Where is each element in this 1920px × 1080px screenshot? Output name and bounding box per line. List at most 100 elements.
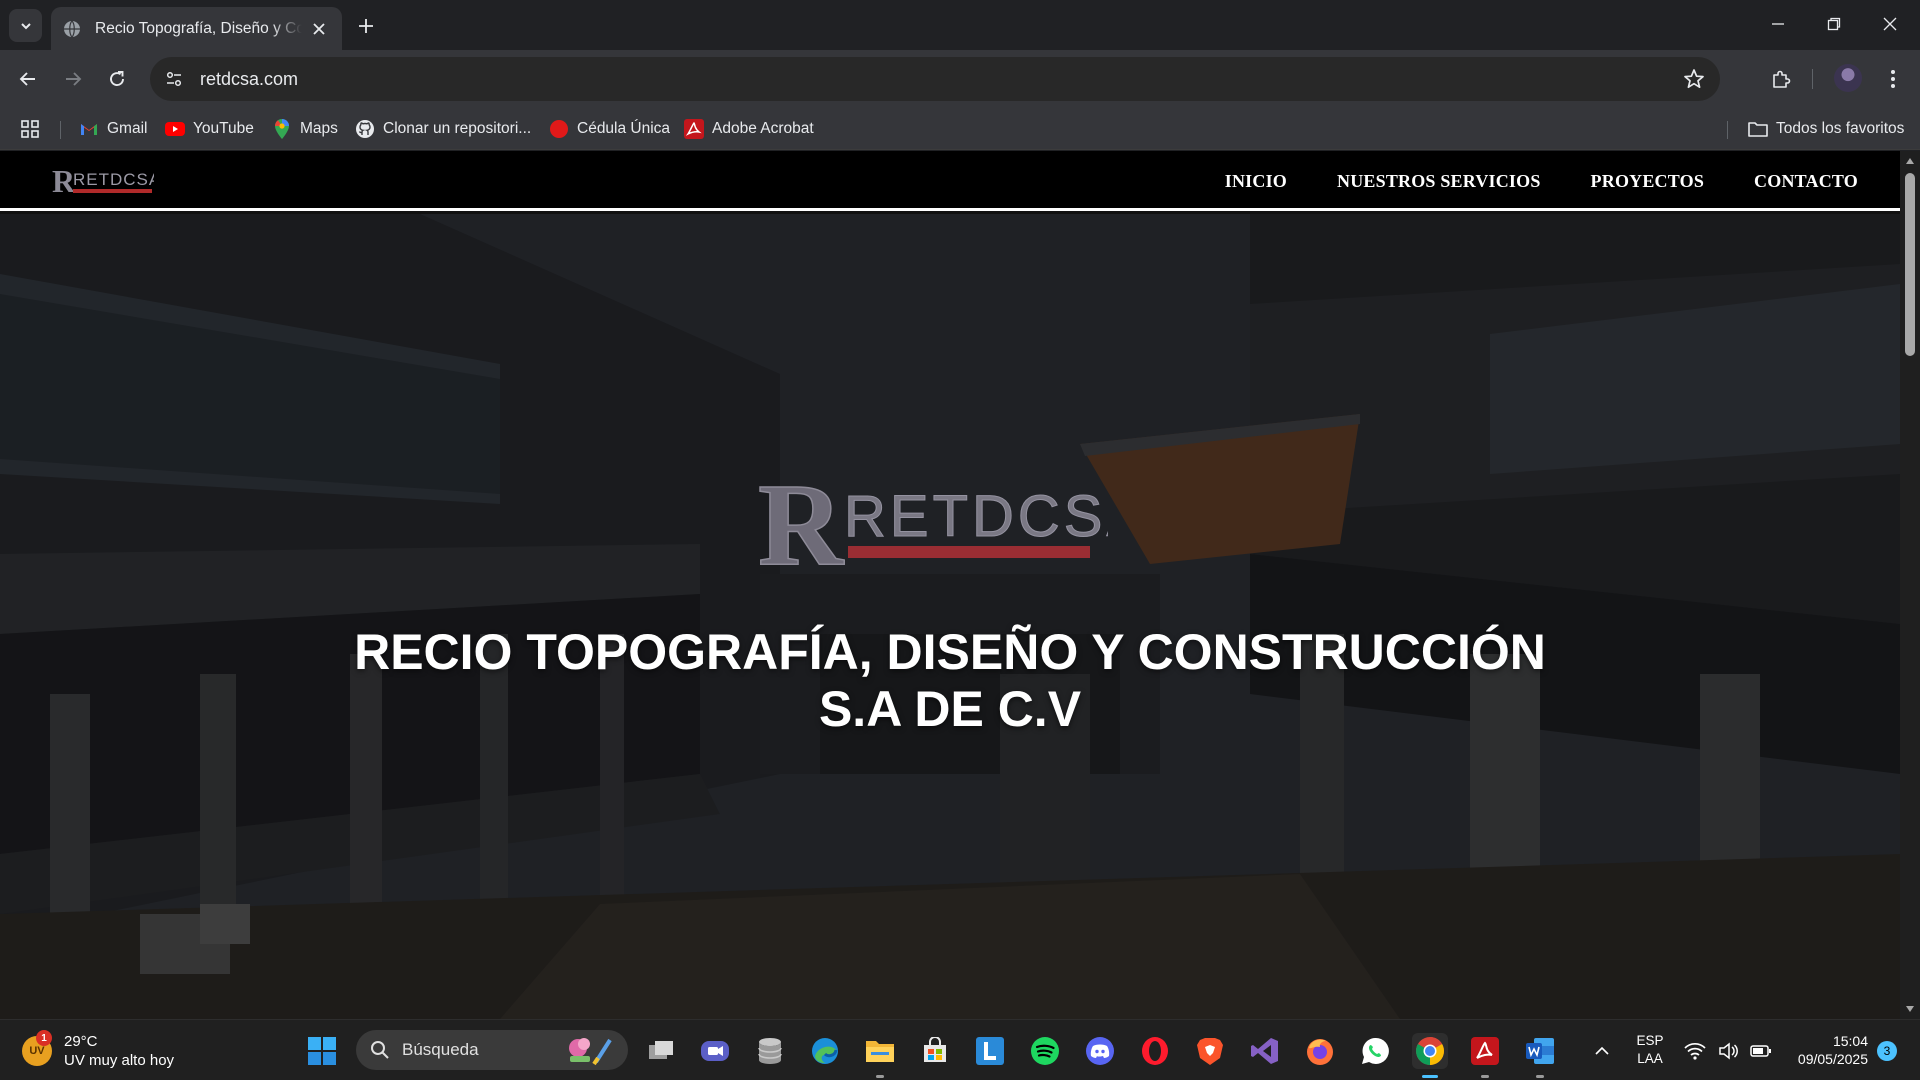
notification-badge[interactable]: 3: [1877, 1041, 1897, 1061]
volume-icon: [1719, 1041, 1738, 1060]
tune-icon: [166, 71, 182, 87]
taskbar-task-view[interactable]: [643, 1033, 679, 1069]
quick-settings[interactable]: [1684, 1020, 1772, 1080]
weather-widget[interactable]: UV 1 29°C UV muy alto hoy: [22, 1028, 174, 1074]
hero-logo-text: RETDCSA: [844, 484, 1108, 549]
taskbar-word[interactable]: [1522, 1033, 1558, 1078]
hero-logo: R RETDCSA: [758, 460, 1108, 578]
chevron-down-icon: [20, 22, 31, 29]
apps-grid-icon: [21, 120, 39, 138]
bookmark-github[interactable]: Clonar un repositori...: [355, 116, 531, 142]
all-bookmarks-button[interactable]: Todos los favoritos: [1748, 116, 1904, 142]
firefox-icon: [1307, 1039, 1333, 1065]
bookmark-star-icon[interactable]: [1682, 67, 1706, 91]
uv-icon-text: UV: [29, 1045, 45, 1057]
word-icon: [1526, 1038, 1554, 1064]
hero-background-image: [0, 214, 1900, 1019]
tray-overflow-button[interactable]: [1590, 1020, 1614, 1080]
taskbar-firefox[interactable]: [1302, 1033, 1338, 1069]
nav-link-proyectos[interactable]: PROYECTOS: [1591, 171, 1705, 192]
discord-icon: [1086, 1037, 1114, 1065]
language-indicator[interactable]: ESP LAA: [1632, 1032, 1668, 1068]
windows-taskbar: UV 1 29°C UV muy alto hoy Búsqueda ESP L…: [0, 1019, 1920, 1080]
chrome-icon: [1416, 1037, 1444, 1065]
taskbar-database[interactable]: [752, 1033, 788, 1069]
back-button[interactable]: [11, 62, 45, 96]
acrobat-icon: [684, 119, 704, 139]
scroll-up-arrow-icon[interactable]: [1905, 156, 1915, 166]
maps-icon: [275, 119, 289, 139]
bookmark-youtube[interactable]: YouTube: [165, 116, 254, 142]
taskbar-edge[interactable]: [807, 1033, 843, 1069]
site-logo-text: RETDCSA: [73, 170, 154, 189]
page-scrollbar[interactable]: [1900, 151, 1920, 1019]
scrollbar-thumb[interactable]: [1905, 173, 1915, 356]
restore-button[interactable]: [1806, 0, 1862, 48]
opera-icon: [1142, 1037, 1168, 1065]
close-window-button[interactable]: [1862, 0, 1918, 48]
hero-section: R RETDCSA RECIO TOPOGRAFÍA, DISEÑO Y CON…: [0, 214, 1900, 1019]
taskbar-whatsapp[interactable]: [1357, 1033, 1393, 1069]
address-bar[interactable]: retdcsa.com: [150, 57, 1720, 101]
url-text: retdcsa.com: [200, 68, 299, 89]
weather-temp: 29°C: [64, 1033, 98, 1050]
clock-time: 15:04: [1832, 1033, 1868, 1049]
chrome-menu-button[interactable]: [1876, 62, 1910, 96]
bookmark-maps[interactable]: Maps: [272, 116, 338, 142]
hero-title-line1: RECIO TOPOGRAFÍA, DISEÑO Y CONSTRUCCIÓN: [354, 624, 1546, 680]
bookmark-label: YouTube: [193, 120, 254, 137]
browser-toolbar: retdcsa.com: [0, 50, 1920, 108]
close-icon: [313, 22, 325, 35]
forward-button[interactable]: [56, 62, 90, 96]
scroll-down-arrow-icon[interactable]: [1905, 1004, 1915, 1014]
new-tab-button[interactable]: [352, 12, 380, 40]
bookmark-cedula[interactable]: Cédula Única: [549, 116, 670, 142]
taskbar-discord[interactable]: [1082, 1033, 1118, 1069]
taskbar-store[interactable]: [917, 1033, 953, 1069]
taskbar-meet[interactable]: [697, 1033, 733, 1069]
taskbar-file-explorer[interactable]: [862, 1033, 898, 1078]
hero-title: RECIO TOPOGRAFÍA, DISEÑO Y CONSTRUCCIÓN …: [250, 624, 1650, 738]
tab-search-button[interactable]: [9, 9, 42, 42]
bookmark-label: Adobe Acrobat: [712, 120, 814, 137]
site-logo[interactable]: R RETDCSA: [50, 162, 154, 200]
github-icon: [356, 120, 374, 138]
tab-close-button[interactable]: [308, 18, 330, 40]
windows-start-icon[interactable]: [307, 1036, 337, 1066]
browser-tab-active[interactable]: Recio Topografía, Diseño y Construcción …: [51, 7, 342, 50]
bookmark-label: Clonar un repositori...: [383, 120, 532, 137]
taskbar-search[interactable]: Búsqueda: [356, 1030, 628, 1070]
bookmarks-divider: [1727, 121, 1728, 139]
taskbar-visual-studio[interactable]: [1247, 1033, 1283, 1069]
nav-link-servicios[interactable]: NUESTROS SERVICIOS: [1337, 171, 1541, 192]
taskbar-spotify[interactable]: [1027, 1033, 1063, 1069]
bookmark-gmail[interactable]: Gmail: [79, 116, 147, 142]
profile-avatar[interactable]: [1834, 64, 1862, 92]
taskbar-clock[interactable]: 15:04 09/05/2025: [1782, 1032, 1868, 1068]
minimize-button[interactable]: [1750, 0, 1806, 48]
site-info-button[interactable]: [162, 67, 186, 91]
bookmark-label: Cédula Única: [577, 120, 671, 137]
gmail-icon: [81, 124, 97, 135]
apps-button[interactable]: [20, 116, 40, 142]
taskbar-acrobat[interactable]: [1467, 1033, 1503, 1078]
taskbar-brave[interactable]: [1192, 1033, 1228, 1069]
nav-link-contacto[interactable]: CONTACTO: [1754, 171, 1858, 192]
taskbar-opera[interactable]: [1137, 1033, 1173, 1069]
bookmark-label: Gmail: [107, 120, 148, 137]
letter-l-app-icon: [976, 1037, 1004, 1065]
search-highlight-illustration-icon: [569, 1038, 612, 1066]
search-icon: [371, 1041, 389, 1059]
search-placeholder: Búsqueda: [402, 1040, 479, 1059]
reload-button[interactable]: [100, 62, 134, 96]
store-icon: [924, 1037, 946, 1062]
close-icon: [1883, 17, 1897, 31]
nav-link-inicio[interactable]: INICIO: [1225, 171, 1287, 192]
site-menu: INICIO NUESTROS SERVICIOS PROYECTOS CONT…: [1175, 151, 1858, 211]
language-text: ESP: [1636, 1033, 1664, 1048]
bookmark-acrobat[interactable]: Adobe Acrobat: [684, 116, 814, 142]
taskbar-chrome[interactable]: [1412, 1033, 1448, 1078]
weather-desc: UV muy alto hoy: [64, 1052, 175, 1069]
extensions-button[interactable]: [1764, 62, 1798, 96]
taskbar-l-app[interactable]: [972, 1033, 1008, 1069]
